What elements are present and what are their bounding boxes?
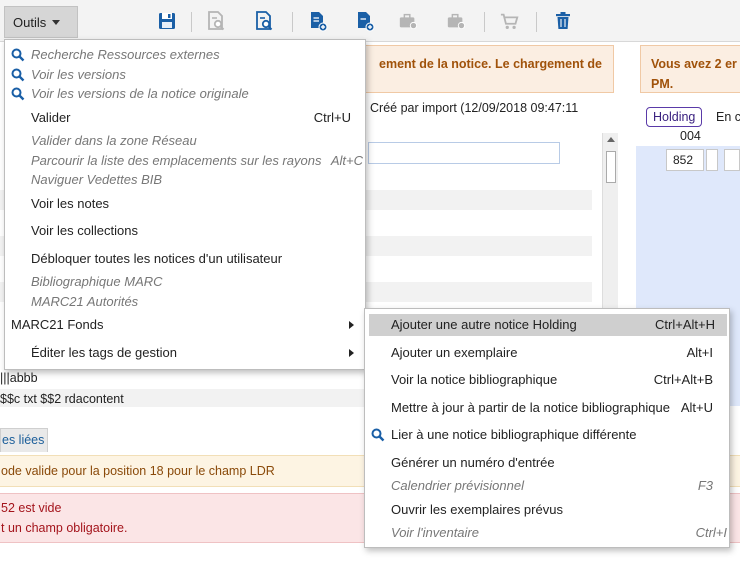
holding-badge[interactable]: Holding [646,107,703,127]
toolbar-separator [536,12,537,32]
search-icon [11,87,25,101]
created-by-text: Créé par import (12/09/2018 09:47:11 [370,101,579,115]
menu-item-valider[interactable]: Valider Ctrl+U [5,108,365,128]
toolbar: Outils [0,0,740,42]
menu-item-parcourir-emplacements[interactable]: Parcourir la liste des emplacements sur … [5,151,365,171]
editor-textarea[interactable] [368,142,560,164]
submenu-item-ouvrir-exemplaires-prevus[interactable]: Ouvrir les exemplaires prévus [365,499,729,521]
field-content-abbb: |||abbb [0,371,38,385]
toolbar-separator [292,12,293,32]
search-doc-blue-icon[interactable] [254,10,274,32]
shortcut-label: Ctrl+Alt+B [653,372,713,387]
menu-item-voir-les-versions[interactable]: Voir les versions [5,65,365,85]
tab-notices-liees[interactable]: es liées [0,428,48,452]
save-icon[interactable] [157,10,177,32]
notice-loading-warning: ement de la notice. Le chargement de [358,45,614,93]
submenu-item-voir-inventaire[interactable]: Voir l'inventaire Ctrl+I [365,522,729,544]
menu-item-editer-tags-gestion[interactable]: Éditer les tags de gestion [5,343,365,363]
outils-label: Outils [13,14,47,30]
submenu-item-voir-notice-bibliographique[interactable]: Voir la notice bibliographique Ctrl+Alt+… [365,369,729,391]
indicator-1-field[interactable] [706,149,718,171]
shortcut-label: F3 [697,478,713,493]
menu-item-voir-les-notes[interactable]: Voir les notes [5,194,365,214]
chevron-right-icon [349,321,354,329]
menu-item-voir-les-collections[interactable]: Voir les collections [5,221,365,241]
shortcut-label: Ctrl+U [313,110,351,125]
search-icon [371,428,385,442]
shortcut-label: Alt+U [680,400,713,415]
holding-tab[interactable]: En c [716,110,740,124]
session-warning: Vous avez 2 er PM. [640,45,740,93]
menu-item-valider-zone-reseau[interactable]: Valider dans la zone Réseau [5,131,365,151]
briefcase-add-icon[interactable] [398,10,418,32]
add-doc-icon[interactable] [308,10,328,32]
menu-item-naviguer-vedettes-bib[interactable]: Naviguer Vedettes BIB [5,170,365,190]
cart-icon[interactable] [500,10,520,32]
outils-menu-button[interactable]: Outils [4,6,78,38]
menu-item-voir-versions-notice-originale[interactable]: Voir les versions de la notice originale [5,84,365,104]
field-tag-852[interactable]: 852 [666,149,704,171]
search-icon [11,68,25,82]
submenu-item-ajouter-notice-holding[interactable]: Ajouter une autre notice Holding Ctrl+Al… [369,314,727,336]
outils-dropdown-menu: Recherche Ressources externes Voir les v… [4,39,366,370]
field-tag-004: 004 [680,129,701,143]
submenu-item-lier-notice-bib[interactable]: Lier à une notice bibliographique différ… [365,424,729,446]
search-doc-icon[interactable] [206,10,226,32]
toolbar-separator [191,12,192,32]
trash-icon[interactable] [553,10,573,32]
caret-down-icon [52,19,61,25]
scroll-up-icon[interactable] [607,137,615,142]
toolbar-separator [484,12,485,32]
menu-item-marc21-autorites[interactable]: MARC21 Autorités [5,292,365,312]
menu-item-bibliographique-marc[interactable]: Bibliographique MARC [5,272,365,292]
submenu-item-ajouter-exemplaire[interactable]: Ajouter un exemplaire Alt+I [365,342,729,364]
briefcase-icon[interactable] [446,10,466,32]
marc21-fonds-submenu: Ajouter une autre notice Holding Ctrl+Al… [364,308,730,548]
submenu-item-mettre-a-jour-bib[interactable]: Mettre à jour à partir de la notice bibl… [365,397,729,419]
scroll-thumb[interactable] [606,151,616,183]
shortcut-label: Alt+I [686,345,713,360]
search-icon [11,48,25,62]
chevron-right-icon [349,349,354,357]
shortcut-label: Alt+C [330,153,363,168]
indicator-2-field[interactable] [724,149,740,171]
editor-scrollbar[interactable] [602,133,618,308]
submenu-item-calendrier-previsionnel[interactable]: Calendrier prévisionnel F3 [365,475,729,497]
menu-item-recherche-ressources-externes[interactable]: Recherche Ressources externes [5,45,365,65]
menu-item-marc21-fonds[interactable]: MARC21 Fonds [5,315,365,335]
shortcut-label: Ctrl+Alt+H [655,317,715,332]
add-doc-2-icon[interactable] [355,10,375,32]
field-content-rdacontent: $$c txt $$2 rdacontent [0,392,124,406]
shortcut-label: Ctrl+I [695,525,727,540]
menu-item-debloquer-notices[interactable]: Débloquer toutes les notices d'un utilis… [5,249,365,269]
submenu-item-generer-numero-entree[interactable]: Générer un numéro d'entrée [365,452,729,474]
